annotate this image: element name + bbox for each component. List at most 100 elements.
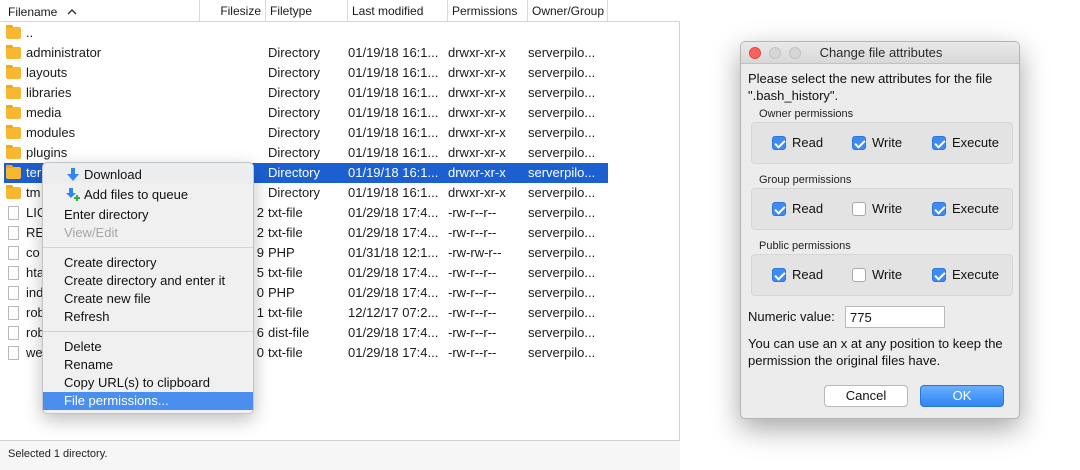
file-cell-type: Directory (268, 85, 321, 100)
file-cell-type: txt-file (268, 305, 303, 320)
checkmark-icon (932, 136, 946, 150)
folder-icon-glyph (6, 145, 21, 159)
menu-item-create-new-file[interactable]: Create new file (43, 290, 253, 308)
file-cell-owner: serverpilo... (528, 205, 596, 220)
menu-item-add-to-queue-label: Add files to queue (84, 187, 189, 202)
menu-item-delete[interactable]: Delete (43, 338, 253, 356)
menu-separator (43, 247, 253, 248)
column-header-owner-group[interactable]: Owner/Group (528, 0, 608, 22)
file-cell-permissions: drwxr-xr-x (448, 165, 506, 180)
file-cell-owner: serverpilo... (528, 165, 596, 180)
file-row[interactable]: layouts Directory 01/19/18 16:1... drwxr-xr… (4, 63, 608, 83)
file-cell-modified: 01/29/18 17:4... (348, 345, 439, 360)
file-cell-type: txt-file (268, 225, 303, 240)
execute-label: Execute (952, 201, 999, 216)
menu-item-view-edit: View/Edit (64, 225, 118, 240)
dialog-prompt-line1: Please select the new attributes for the… (748, 71, 993, 86)
file-cell-size (212, 63, 264, 83)
file-cell-permissions (448, 23, 528, 43)
menu-item-download[interactable]: Download (43, 166, 253, 184)
file-icon (6, 203, 22, 223)
column-header-permissions[interactable]: Permissions (448, 0, 528, 22)
file-cell-type (268, 23, 344, 43)
folder-icon (6, 23, 22, 43)
file-cell-name: .. (26, 25, 34, 40)
context-menu: Download Add files to queue Enter direct… (42, 162, 254, 414)
file-cell-owner (528, 23, 608, 43)
file-cell-modified: 01/29/18 17:4... (348, 205, 439, 220)
permission-group-box: Read Write Execute (751, 188, 1013, 230)
column-header-filetype[interactable]: Filetype (266, 0, 348, 22)
permission-group-label: Owner permissions (759, 108, 854, 120)
numeric-value-input[interactable] (845, 306, 945, 328)
folder-icon-glyph (6, 45, 21, 59)
file-cell-name: administrator (26, 45, 102, 60)
folder-icon-glyph (6, 85, 21, 99)
menu-item-copy-urls[interactable]: Copy URL(s) to clipboard (43, 374, 253, 392)
folder-icon-glyph (6, 125, 21, 139)
checkmark-icon (772, 136, 786, 150)
file-row[interactable]: media Directory 01/19/18 16:1... drwxr-xr-x… (4, 103, 608, 123)
menu-item-file-permissions[interactable]: File permissions... (43, 392, 253, 410)
file-row[interactable]: administrator Directory 01/19/18 16:1... dr… (4, 43, 608, 63)
file-cell-type: Directory (268, 165, 321, 180)
dialog-titlebar: Change file attributes (741, 42, 1019, 64)
file-cell-modified: 01/19/18 16:1... (348, 85, 439, 100)
dialog-prompt: Please select the new attributes for the… (748, 70, 1018, 104)
file-cell-permissions: drwxr-xr-x (448, 45, 506, 60)
cancel-button[interactable]: Cancel (824, 385, 908, 407)
checkmark-icon (932, 202, 946, 216)
file-icon (6, 303, 22, 323)
file-cell-modified: 01/29/18 17:4... (348, 225, 439, 240)
checkmark-icon (852, 136, 866, 150)
menu-item-enter-directory[interactable]: Enter directory (43, 206, 253, 224)
file-cell-owner: serverpilo... (528, 45, 596, 60)
file-row[interactable]: plugins Directory 01/19/18 16:1... drwxr-xr… (4, 143, 608, 163)
file-cell-type: PHP (268, 285, 295, 300)
file-cell-size (212, 143, 264, 163)
read-label: Read (792, 135, 824, 150)
folder-icon (6, 163, 22, 183)
file-icon-glyph (8, 306, 19, 320)
menu-separator (43, 331, 253, 332)
menu-item-rename[interactable]: Rename (43, 356, 253, 374)
file-cell-owner: serverpilo... (528, 285, 596, 300)
menu-item-create-directory[interactable]: Create directory (43, 254, 253, 272)
file-icon (6, 323, 22, 343)
column-header-filename[interactable]: Filename (4, 0, 200, 22)
file-cell-permissions: -rw-rw-r-- (448, 245, 502, 260)
permission-group-box: Read Write Execute (751, 122, 1013, 164)
write-label: Write (872, 201, 903, 216)
file-cell-owner: serverpilo... (528, 185, 596, 200)
file-cell-type: Directory (268, 65, 321, 80)
menu-item-refresh[interactable]: Refresh (43, 308, 253, 326)
column-header-filesize[interactable]: Filesize (200, 0, 266, 22)
file-cell-permissions: -rw-r--r-- (448, 345, 497, 360)
ok-button[interactable]: OK (920, 385, 1004, 407)
file-cell-modified: 01/19/18 16:1... (348, 185, 439, 200)
column-header-last-modified[interactable]: Last modified (348, 0, 448, 22)
file-cell-permissions: drwxr-xr-x (448, 145, 506, 160)
file-cell-size (212, 123, 264, 143)
file-cell-modified: 01/29/18 17:4... (348, 265, 439, 280)
file-cell-owner: serverpilo... (528, 345, 596, 360)
file-cell-type: txt-file (268, 345, 303, 360)
file-cell-type: Directory (268, 145, 321, 160)
file-cell-name: media (26, 105, 62, 120)
menu-item-add-to-queue[interactable]: Add files to queue (43, 186, 253, 204)
file-cell-permissions: -rw-r--r-- (448, 225, 497, 240)
file-cell-type: txt-file (268, 265, 303, 280)
menu-item-create-directory-and-enter[interactable]: Create directory and enter it (43, 272, 253, 290)
column-header-bar: Filename Filesize Filetype Last modified… (0, 0, 680, 22)
file-cell-name: layouts (26, 65, 68, 80)
file-cell-modified: 01/19/18 16:1... (348, 145, 439, 160)
file-row[interactable]: modules Directory 01/19/18 16:1... drwxr-xr… (4, 123, 608, 143)
file-cell-modified: 01/29/18 17:4... (348, 325, 439, 340)
dialog-title: Change file attributes (819, 45, 943, 60)
add-to-queue-icon (66, 186, 80, 204)
file-cell-owner: serverpilo... (528, 265, 596, 280)
numeric-hint-line1: You can use an x at any position to keep… (748, 336, 1003, 351)
file-cell-owner: serverpilo... (528, 105, 596, 120)
file-row[interactable]: libraries Directory 01/19/18 16:1... drwxr-… (4, 83, 608, 103)
file-row[interactable]: .. (4, 23, 608, 43)
